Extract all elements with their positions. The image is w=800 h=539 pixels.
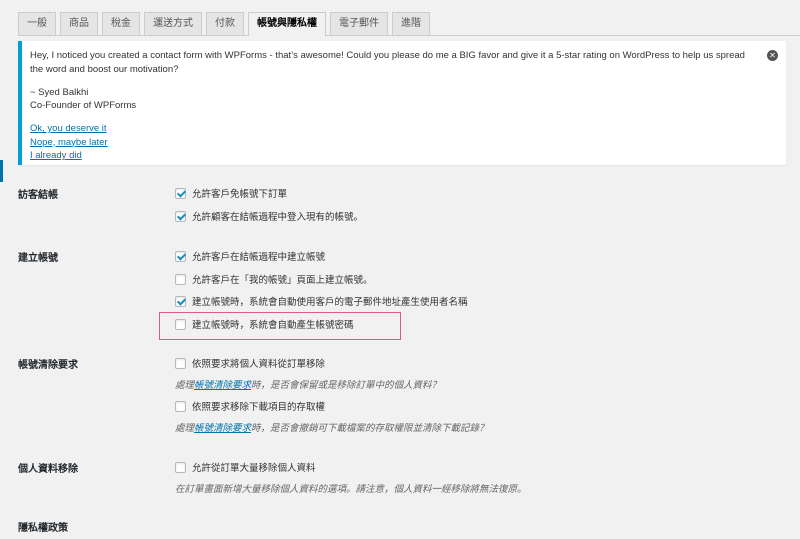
option-label: 允許客戶免帳號下訂單: [192, 189, 288, 200]
desc-text: 處理: [175, 423, 195, 434]
rate-later-link[interactable]: Nope, maybe later: [30, 136, 746, 150]
rate-done-link[interactable]: I already did: [30, 149, 746, 163]
desc-text: 時，是否會撤銷可下載檔案的存取權限並清除下載記錄？: [251, 423, 489, 434]
create-account-myaccount-option[interactable]: 允許客戶在「我的帳號」頁面上建立帳號。: [175, 272, 373, 286]
tab-products[interactable]: 商品: [60, 12, 98, 35]
wpforms-rating-notice: Hey, I noticed you created a contact for…: [18, 41, 786, 165]
option-label: 允許客戶在結帳過程中建立帳號: [192, 252, 326, 263]
checkbox-unchecked-icon[interactable]: [175, 357, 186, 369]
auto-username-option[interactable]: 建立帳號時，系統會自動使用客戶的電子郵件地址產生使用者名稱: [175, 294, 468, 308]
guest-checkout-label: 訪客結帳: [18, 190, 58, 201]
tab-shipping[interactable]: 運送方式: [144, 12, 202, 35]
notice-message: Hey, I noticed you created a contact for…: [30, 50, 745, 75]
admin-menu-indicator: [0, 160, 3, 182]
checkbox-checked-icon[interactable]: [175, 210, 186, 222]
create-account-checkout-option[interactable]: 允許客戶在結帳過程中建立帳號: [175, 249, 325, 263]
desc-text: 時，是否會保留或是移除訂單中的個人資料？: [251, 380, 442, 391]
option-label: 依照要求移除下載項目的存取權: [192, 402, 326, 413]
option-label: 允許顧客在結帳過程中登入現有的帳號。: [192, 212, 364, 223]
signature-title: Co-Founder of WPForms: [30, 100, 137, 111]
remove-download-access-option[interactable]: 依照要求移除下載項目的存取權: [175, 399, 325, 413]
erasure-requests-label: 帳號清除要求: [18, 360, 78, 371]
privacy-policy-label: 隱私權政策: [18, 523, 68, 534]
checkbox-unchecked-icon[interactable]: [175, 273, 186, 285]
tab-tax[interactable]: 稅金: [102, 12, 140, 35]
checkbox-checked-icon[interactable]: [175, 187, 186, 199]
checkbox-unchecked-icon[interactable]: [175, 461, 186, 473]
erasure-request-link[interactable]: 帳號清除要求: [194, 380, 251, 391]
account-creation-label: 建立帳號: [18, 253, 58, 264]
guest-checkout-option[interactable]: 允許客戶免帳號下訂單: [175, 186, 287, 200]
tab-general[interactable]: 一般: [18, 12, 56, 35]
rate-yes-link[interactable]: Ok, you deserve it: [30, 122, 746, 136]
option-label: 允許從訂單大量移除個人資料: [192, 463, 316, 474]
option-label: 依照要求將個人資料從訂單移除: [192, 359, 326, 370]
option-label: 建立帳號時，系統會自動產生帳號密碼: [192, 320, 354, 331]
tab-advanced[interactable]: 進階: [392, 12, 430, 35]
checkbox-checked-icon[interactable]: [175, 295, 186, 307]
desc-text: 處理: [175, 380, 195, 391]
settings-tab-bar: 一般 商品 稅金 運送方式 付款 帳號與隱私權 電子郵件 進階: [18, 10, 800, 36]
tab-accounts-privacy[interactable]: 帳號與隱私權: [248, 12, 326, 36]
checkbox-unchecked-icon[interactable]: [175, 318, 186, 330]
personal-data-removal-label: 個人資料移除: [18, 464, 78, 475]
checkbox-checked-icon[interactable]: [175, 250, 186, 262]
auto-password-option[interactable]: 建立帳號時，系統會自動產生帳號密碼: [175, 317, 354, 331]
bulk-remove-description: 在訂單畫面新增大量移除個人資料的選項。請注意，個人資料一經移除將無法復原。: [175, 484, 527, 495]
dismiss-icon[interactable]: ✕: [767, 50, 778, 61]
tab-payments[interactable]: 付款: [206, 12, 244, 35]
option-label: 允許客戶在「我的帳號」頁面上建立帳號。: [192, 275, 373, 286]
checkbox-unchecked-icon[interactable]: [175, 400, 186, 412]
erase-order-data-option[interactable]: 依照要求將個人資料從訂單移除: [175, 356, 325, 370]
login-during-checkout-option[interactable]: 允許顧客在結帳過程中登入現有的帳號。: [175, 209, 363, 223]
erase-order-data-description: 處理帳號清除要求時，是否會保留或是移除訂單中的個人資料？: [175, 377, 441, 391]
bulk-remove-personal-data-option[interactable]: 允許從訂單大量移除個人資料: [175, 460, 316, 474]
tab-emails[interactable]: 電子郵件: [330, 12, 388, 35]
notice-signature: ~ Syed Balkhi Co-Founder of WPForms: [30, 86, 746, 112]
option-label: 建立帳號時，系統會自動使用客戶的電子郵件地址產生使用者名稱: [192, 297, 468, 308]
signature-name: ~ Syed Balkhi: [30, 87, 89, 98]
remove-download-access-description: 處理帳號清除要求時，是否會撤銷可下載檔案的存取權限並清除下載記錄？: [175, 420, 489, 434]
erasure-request-link[interactable]: 帳號清除要求: [194, 423, 251, 434]
